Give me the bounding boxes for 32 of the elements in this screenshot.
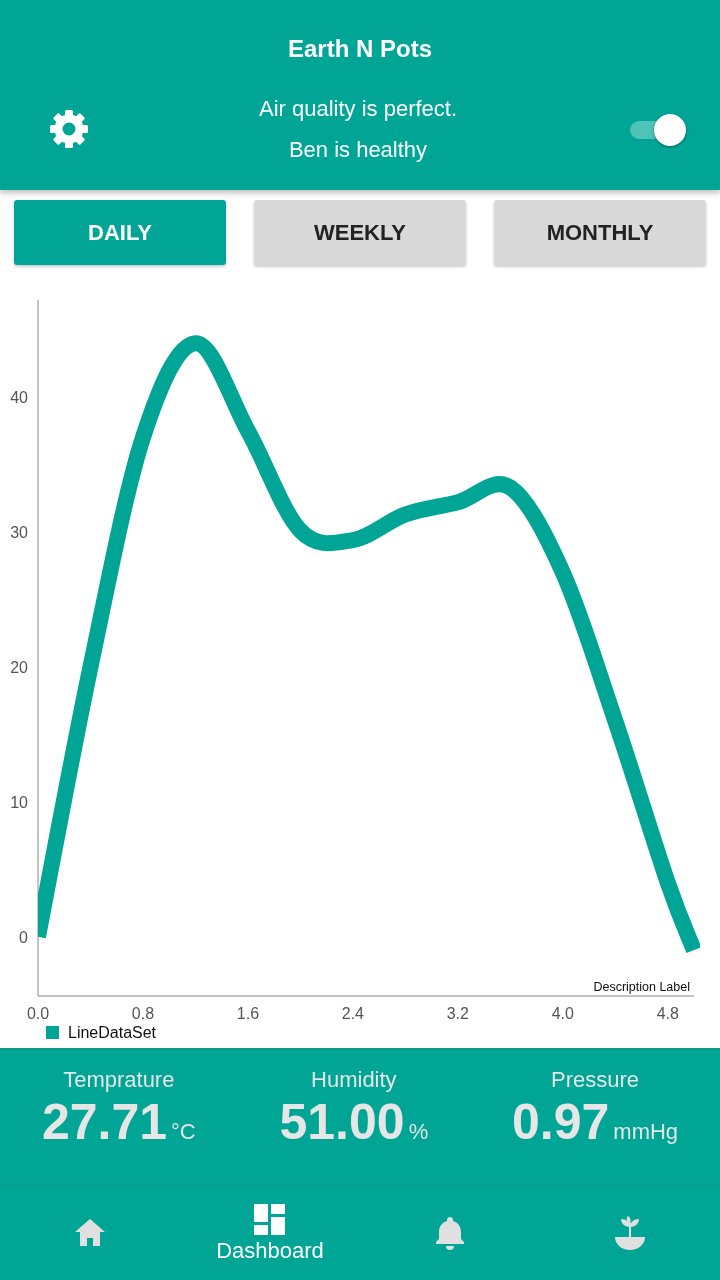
x-tick-label: 1.6 <box>236 1005 260 1022</box>
reading-value: 0.97 <box>512 1094 610 1150</box>
y-tick-label: 20 <box>10 658 28 676</box>
reading-unit: mmHg <box>613 1118 679 1146</box>
dashboard-icon <box>252 1202 288 1238</box>
legend-swatch <box>46 1026 59 1039</box>
x-tick-label: 3.2 <box>446 1005 469 1022</box>
period-tab[interactable]: MONTHLY <box>494 200 706 265</box>
x-tick-label: 2.4 <box>341 1005 364 1022</box>
legend-label: LineDataSet <box>68 1024 157 1041</box>
x-tick-label: 0.8 <box>131 1005 155 1022</box>
y-tick-label: 10 <box>10 793 28 811</box>
y-tick-label: 0 <box>19 928 28 946</box>
x-tick-label: 4.8 <box>656 1005 679 1022</box>
x-tick-label: 4.0 <box>551 1005 574 1022</box>
chart-description: Description Label <box>593 980 690 994</box>
y-tick-label: 30 <box>10 524 28 541</box>
reading-value: 27.71 <box>41 1094 167 1150</box>
reading-label: Humidity <box>311 1066 397 1094</box>
reading-unit: % <box>408 1118 429 1146</box>
period-tab[interactable]: WEEKLY <box>254 200 466 265</box>
y-tick-label: 40 <box>10 389 28 407</box>
reading-label: Temprature <box>63 1066 175 1094</box>
reading-label: Pressure <box>551 1066 640 1094</box>
reading-value: 51.00 <box>279 1094 405 1150</box>
status-text: Ben is healthy <box>288 136 428 164</box>
plant-icon <box>612 1215 648 1251</box>
settings-icon[interactable] <box>48 108 90 150</box>
app-title: Earth N Pots <box>288 34 432 64</box>
reading-unit: °C <box>171 1118 196 1146</box>
x-tick-label: 0.0 <box>26 1005 50 1022</box>
status-text: Air quality is perfect. <box>258 95 458 123</box>
